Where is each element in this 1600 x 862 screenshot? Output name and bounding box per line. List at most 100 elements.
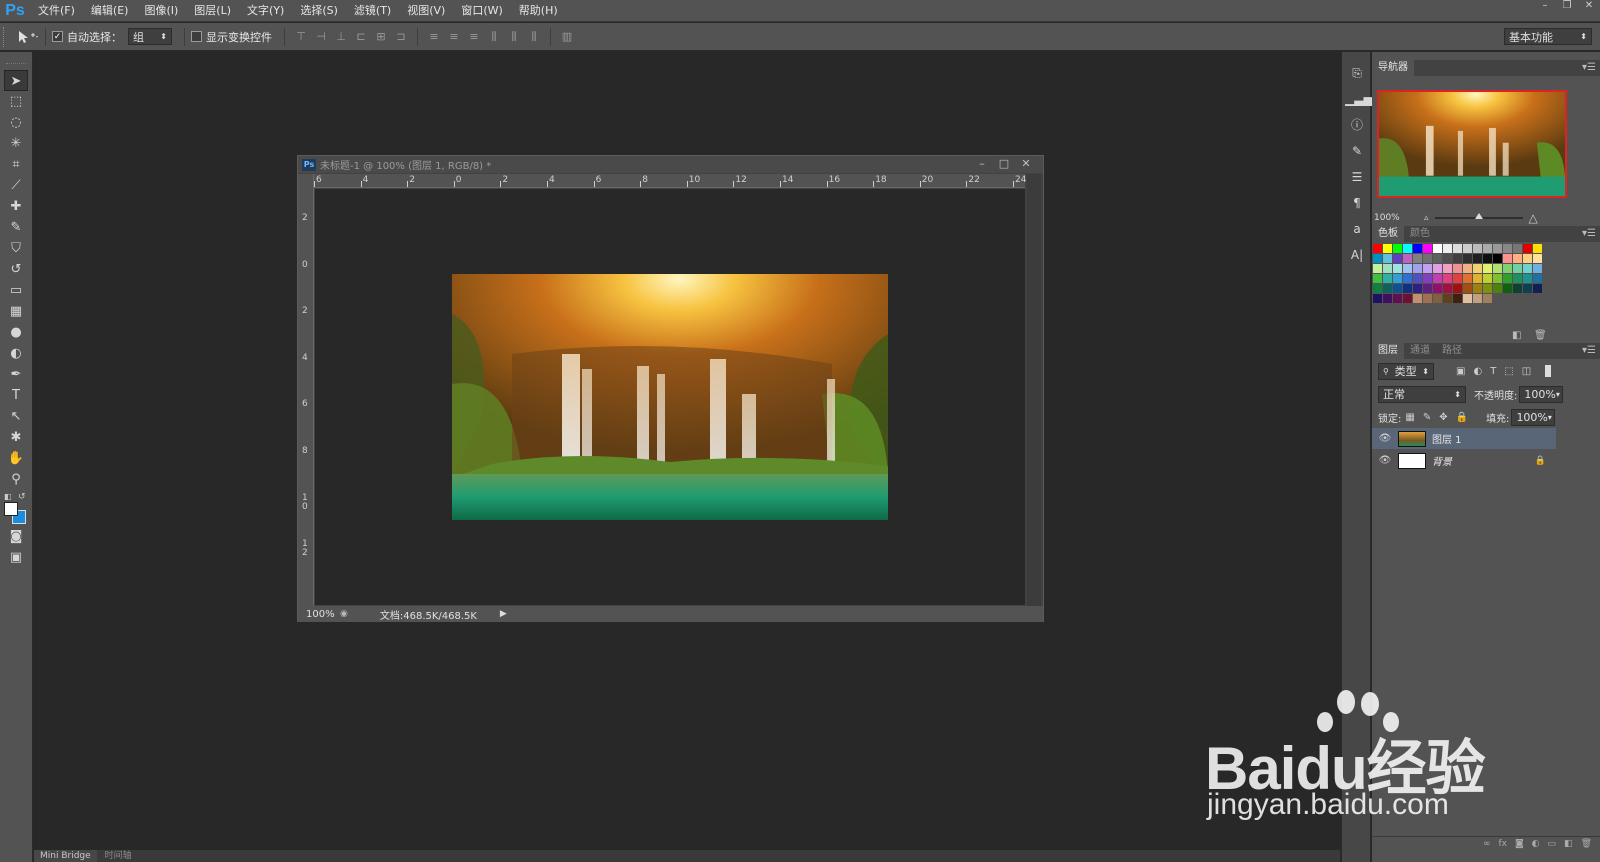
swatch-chip[interactable] <box>1453 264 1462 273</box>
swatch-chip[interactable] <box>1433 274 1442 283</box>
swatch-chip[interactable] <box>1533 254 1542 263</box>
swatch-chip[interactable] <box>1443 244 1452 253</box>
swatch-chip[interactable] <box>1403 244 1412 253</box>
align-vcenter-icon[interactable]: ⊣ <box>313 29 329 45</box>
foreground-color[interactable] <box>4 502 18 516</box>
swatch-chip[interactable] <box>1443 294 1452 303</box>
swatch-chip[interactable] <box>1373 264 1382 273</box>
menu-filter[interactable]: 滤镜(T) <box>346 0 399 22</box>
fill-input[interactable]: 100% ▾ <box>1511 408 1556 426</box>
swatch-chip[interactable] <box>1373 244 1382 253</box>
swatch-chip[interactable] <box>1473 244 1482 253</box>
zoom-slider-handle[interactable] <box>1474 213 1483 219</box>
screen-mode-icon[interactable]: ▣ <box>4 547 28 568</box>
swatch-chip[interactable] <box>1483 244 1492 253</box>
hand-tool-icon[interactable]: ✋ <box>4 448 28 469</box>
swatch-chip[interactable] <box>1523 254 1532 263</box>
swatch-chip[interactable] <box>1493 284 1502 293</box>
vertical-ruler[interactable]: 2 0 2 4 6 8 1 0 1 2 <box>298 174 314 606</box>
distribute-right-icon[interactable]: ⫼ <box>526 29 542 45</box>
zoom-in-icon[interactable]: △ <box>1529 211 1538 225</box>
swatch-chip[interactable] <box>1473 274 1482 283</box>
auto-select-dropdown[interactable]: 组 ⬍ <box>128 28 172 45</box>
swatch-chip[interactable] <box>1383 254 1392 263</box>
swatch-chip[interactable] <box>1413 264 1422 273</box>
layer-style-icon[interactable]: fx <box>1498 839 1507 849</box>
filter-shape-icon[interactable]: ⬚ <box>1504 366 1513 377</box>
swatch-chip[interactable] <box>1373 254 1382 263</box>
layer-filter-dropdown[interactable]: ⚲ 类型 ⬍ <box>1378 362 1434 380</box>
swatch-chip[interactable] <box>1493 254 1502 263</box>
swatch-chip[interactable] <box>1463 264 1472 273</box>
link-layers-icon[interactable]: ∞ <box>1483 839 1491 849</box>
swatch-chip[interactable] <box>1463 274 1472 283</box>
swatch-chip[interactable] <box>1463 284 1472 293</box>
swatch-chip[interactable] <box>1403 254 1412 263</box>
horizontal-ruler[interactable]: 6 4 2 0 2 4 6 8 10 12 14 16 18 20 22 24 <box>314 174 1026 188</box>
healing-brush-icon[interactable]: ✚ <box>4 196 28 217</box>
swatch-chip[interactable] <box>1413 274 1422 283</box>
swatch-chip[interactable] <box>1393 274 1402 283</box>
lasso-tool-icon[interactable]: ◌ <box>4 112 28 133</box>
swatch-chip[interactable] <box>1433 254 1442 263</box>
swatch-chip[interactable] <box>1453 274 1462 283</box>
gradient-tool-icon[interactable]: ▦ <box>4 301 28 322</box>
swatch-chip[interactable] <box>1403 294 1412 303</box>
menu-view[interactable]: 视图(V) <box>399 0 453 22</box>
swatch-chip[interactable] <box>1443 254 1452 263</box>
swatch-chip[interactable] <box>1383 244 1392 253</box>
swatch-chip[interactable] <box>1393 254 1402 263</box>
lock-position-icon[interactable]: ✥ <box>1439 412 1447 423</box>
lock-transparent-icon[interactable]: ▦ <box>1405 412 1414 423</box>
swatch-chip[interactable] <box>1453 294 1462 303</box>
menu-help[interactable]: 帮助(H) <box>511 0 566 22</box>
document-title-bar[interactable]: Ps 未标题-1 @ 100% (图层 1, RGB/8) * <box>298 156 1043 173</box>
menu-image[interactable]: 图像(I) <box>136 0 186 22</box>
marquee-tool-icon[interactable]: ⬚ <box>4 91 28 112</box>
filter-type-icon[interactable]: T <box>1490 366 1496 377</box>
swatch-chip[interactable] <box>1453 244 1462 253</box>
tab-layers[interactable]: 图层 <box>1372 343 1404 359</box>
histogram-panel-icon[interactable]: ▁▃▅ <box>1345 88 1373 110</box>
canvas-image[interactable] <box>452 274 888 520</box>
new-group-icon[interactable]: ▭ <box>1548 839 1557 849</box>
lock-all-icon[interactable]: 🔒 <box>1456 412 1468 423</box>
swatch-chip[interactable] <box>1423 284 1432 293</box>
swatch-chip[interactable] <box>1483 294 1492 303</box>
swatch-chip[interactable] <box>1483 254 1492 263</box>
swatch-chip[interactable] <box>1493 264 1502 273</box>
distribute-vcenter-icon[interactable]: ≡ <box>446 29 462 45</box>
workspace-dropdown[interactable]: 基本功能 ⬍ <box>1504 28 1592 45</box>
swatch-chip[interactable] <box>1413 254 1422 263</box>
swatch-chip[interactable] <box>1503 264 1512 273</box>
tab-channels[interactable]: 通道 <box>1404 343 1436 359</box>
path-selection-icon[interactable]: ↖ <box>4 406 28 427</box>
swatch-chip[interactable] <box>1503 254 1512 263</box>
swatch-chip[interactable] <box>1533 264 1542 273</box>
adjustments-panel-icon[interactable]: ☰ <box>1345 166 1369 188</box>
swatch-chip[interactable] <box>1463 294 1472 303</box>
swatch-chip[interactable] <box>1463 254 1472 263</box>
swatches-grid[interactable] <box>1372 244 1600 314</box>
swatch-chip[interactable] <box>1443 274 1452 283</box>
menu-type[interactable]: 文字(Y) <box>239 0 292 22</box>
swatch-chip[interactable] <box>1393 264 1402 273</box>
swatch-chip[interactable] <box>1393 284 1402 293</box>
swatch-chip[interactable] <box>1493 274 1502 283</box>
swatch-chip[interactable] <box>1433 284 1442 293</box>
swatch-chip[interactable] <box>1423 294 1432 303</box>
swatch-chip[interactable] <box>1413 284 1422 293</box>
tab-color[interactable]: 颜色 <box>1404 226 1436 242</box>
character-styles-icon[interactable]: a <box>1345 218 1369 240</box>
brush-panel-icon[interactable]: ✎ <box>1345 140 1369 162</box>
swatch-chip[interactable] <box>1433 264 1442 273</box>
toolbar-grip[interactable] <box>6 56 26 64</box>
status-menu-arrow-icon[interactable]: ▶ <box>500 609 507 619</box>
filter-toggle[interactable] <box>1545 365 1552 377</box>
swatch-chip[interactable] <box>1483 284 1492 293</box>
swatch-chip[interactable] <box>1523 284 1532 293</box>
history-brush-icon[interactable]: ↺ <box>4 259 28 280</box>
swatch-chip[interactable] <box>1473 284 1482 293</box>
tab-timeline[interactable]: 时间轴 <box>99 850 138 862</box>
swatch-chip[interactable] <box>1533 244 1542 253</box>
